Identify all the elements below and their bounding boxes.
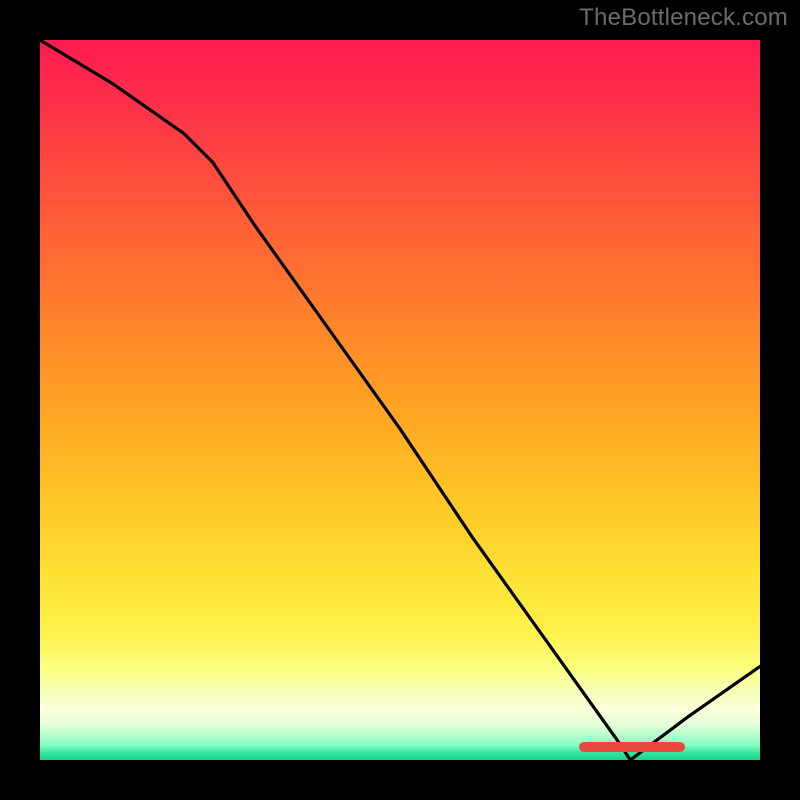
bottleneck-curve [40, 40, 760, 760]
chart-overlay-svg [40, 40, 760, 760]
watermark-text: TheBottleneck.com [579, 4, 788, 32]
highlight-range-pill [579, 742, 686, 752]
chart-frame: TheBottleneck.com [0, 0, 800, 800]
plot-area [40, 40, 760, 760]
